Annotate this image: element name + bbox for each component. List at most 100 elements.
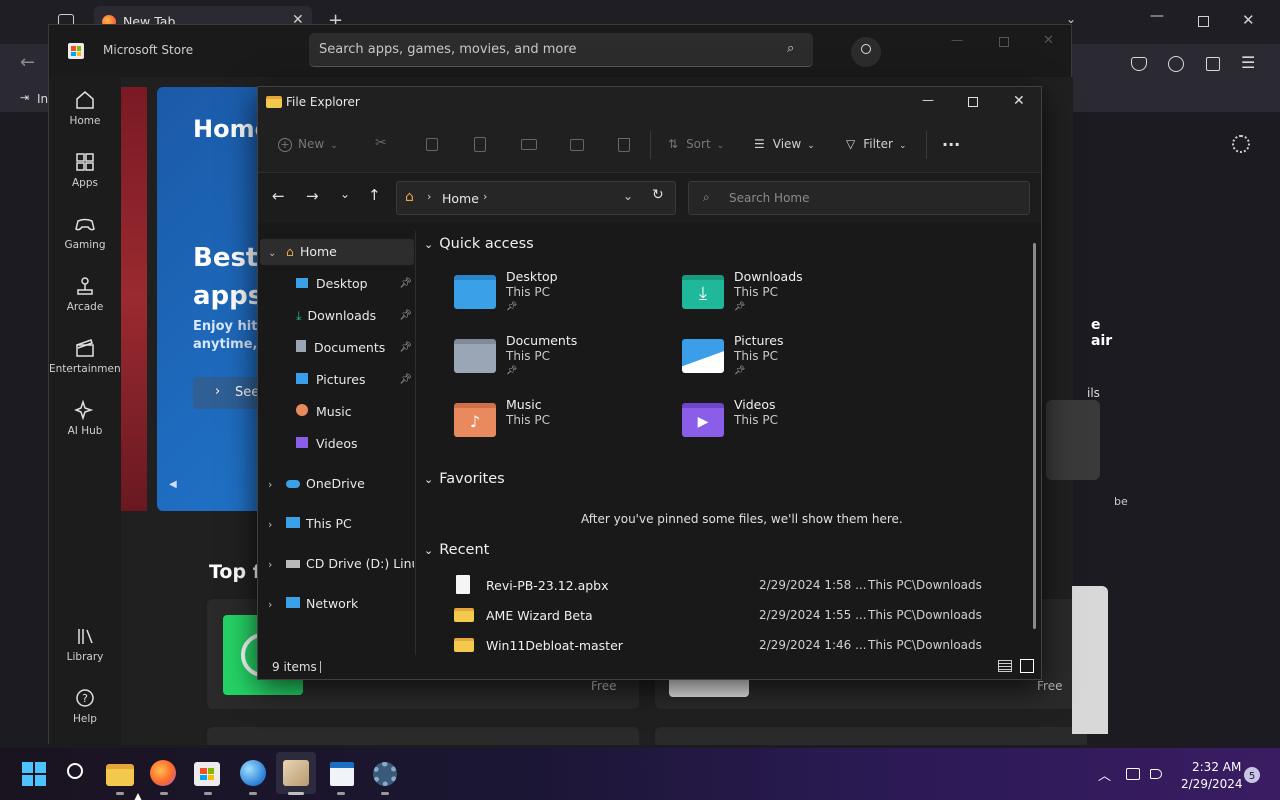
menu-icon[interactable]: ☰ [1241,53,1255,72]
qa-item-desktop[interactable]: Desktop This PC 📌︎ [454,269,674,327]
sort-button[interactable]: ⇅ Sort ⌄ [668,137,724,151]
search-input[interactable]: Search Home [729,191,809,205]
tree-item-desktop[interactable]: Desktop 📌︎ [296,271,414,297]
clock-time[interactable]: 2:32 AM [1192,760,1241,774]
store-search-input[interactable]: Search apps, games, movies, and more [319,42,576,57]
pin-icon[interactable]: 📌︎ [399,303,412,329]
tree-item-documents[interactable]: Documents 📌︎ [296,335,414,361]
store-maximize-icon[interactable] [999,37,1009,47]
hero-headline-2: apps [193,281,264,311]
recent-row[interactable]: AME Wizard Beta 2/29/2024 1:55 ... This … [454,603,1034,631]
paste-icon[interactable] [474,137,486,152]
copy-icon[interactable] [426,138,438,151]
chevron-right-icon: › [268,598,273,611]
up-arrow-icon[interactable]: ↑ [368,186,381,204]
view-button[interactable]: ☰ View ⌄ [754,137,815,151]
package-app-taskbar-icon[interactable] [283,760,311,788]
store-search-box[interactable]: Search apps, games, movies, and more ⌕ [309,33,813,67]
sparkle-icon [74,399,94,421]
tree-item-music[interactable]: Music [296,399,352,425]
qa-item-documents[interactable]: Documents This PC 📌︎ [454,333,674,391]
start-button[interactable] [20,760,48,788]
notification-badge[interactable]: 5 [1244,767,1260,783]
network-status-icon[interactable] [1126,768,1140,780]
nav-home[interactable]: Home [49,81,121,143]
explorer-close-icon[interactable]: ✕ [1013,93,1025,109]
qa-item-music[interactable]: ♪ Music This PC [454,397,674,455]
tree-item-this-pc[interactable]: › This PC [268,511,352,537]
settings-taskbar-icon[interactable] [371,760,399,788]
account-icon[interactable] [1168,56,1184,72]
store-minimize-icon[interactable]: — [951,33,963,47]
qa-item-pictures[interactable]: Pictures This PC 📌︎ [682,333,902,391]
clock-date[interactable]: 2/29/2024 [1181,777,1243,791]
volume-muted-icon[interactable] [1150,769,1162,779]
recent-locations-icon[interactable]: ⌄ [340,187,350,201]
recent-header[interactable]: ⌄ Recent [424,542,489,558]
pin-icon[interactable]: 📌︎ [399,335,412,361]
nav-ai-hub[interactable]: AI Hub [49,391,121,453]
tiles-view-icon[interactable] [1020,659,1034,673]
address-bar[interactable]: ⌂ › Home › ⌄ [396,181,676,215]
store-close-icon[interactable]: ✕ [1043,33,1054,48]
delete-icon[interactable] [618,138,630,152]
new-button[interactable]: + New ⌄ [278,137,338,152]
bookmark-import-icon[interactable]: ⇥ [20,91,29,104]
nav-help[interactable]: ? Help [49,679,121,741]
globe-app-taskbar-icon[interactable] [240,760,268,788]
back-icon[interactable]: ← [20,52,35,73]
browser-minimize-icon[interactable]: — [1150,8,1164,24]
nav-arcade[interactable]: Arcade [49,267,121,329]
firefox-taskbar-icon[interactable] [150,760,178,788]
store-account-icon[interactable] [851,37,881,67]
nav-gaming[interactable]: Gaming [49,205,121,267]
nav-library[interactable]: Library [49,617,121,679]
tree-item-onedrive[interactable]: › OneDrive [268,471,365,497]
browser-maximize-icon[interactable] [1198,16,1209,27]
recent-row[interactable]: Revi-PB-23.12.apbx 2/29/2024 1:58 ... Th… [454,573,1034,601]
settings-gear-icon[interactable] [1232,135,1250,153]
cut-icon[interactable]: ✂ [375,135,387,151]
favorites-header[interactable]: ⌄ Favorites [424,471,505,487]
search-icon[interactable]: ⌕ [787,41,794,56]
more-options-icon[interactable]: ... [942,131,960,150]
filter-button[interactable]: ▽ Filter ⌄ [846,137,907,151]
quick-access-header[interactable]: ⌄ Quick access [424,236,534,252]
browser-close-icon[interactable]: ✕ [1242,11,1255,29]
pin-icon[interactable]: 📌︎ [399,271,412,297]
details-view-icon[interactable] [998,660,1012,672]
explorer-maximize-icon[interactable] [968,97,978,107]
bookmark-item[interactable]: In [37,92,48,106]
apps-icon [76,153,94,171]
extensions-icon[interactable] [1206,57,1220,71]
show-hidden-icons-chevron-icon[interactable]: ︿ [1098,765,1111,784]
store-taskbar-icon[interactable] [194,760,222,788]
rename-icon[interactable] [521,139,537,150]
address-dropdown-icon[interactable]: ⌄ [623,189,633,203]
notification-count: 5 [1248,771,1256,782]
tree-item-cd-drive[interactable]: › CD Drive (D:) Linux I [268,551,414,577]
new-label: New [298,137,325,151]
nav-entertainment[interactable]: Entertainment [49,329,125,391]
qa-item-videos[interactable]: ▶ Videos This PC [682,397,902,455]
file-explorer-taskbar-icon[interactable] [106,760,136,788]
forward-arrow-icon[interactable]: → [306,187,319,205]
tree-item-network[interactable]: › Network [268,591,358,617]
search-taskbar-icon[interactable] [64,760,92,788]
share-icon[interactable] [570,139,584,151]
tree-item-videos[interactable]: Videos [296,431,358,457]
tree-item-pictures[interactable]: Pictures 📌︎ [296,367,414,393]
address-crumb[interactable]: Home [442,191,479,206]
pin-icon[interactable]: 📌︎ [399,367,412,393]
notepad-taskbar-icon[interactable] [328,760,356,788]
explorer-minimize-icon[interactable]: — [922,93,934,107]
search-box[interactable]: ⌕ Search Home [688,181,1030,215]
qa-item-downloads[interactable]: ⤓ Downloads This PC 📌︎ [682,269,902,327]
nav-apps[interactable]: Apps [49,143,121,205]
tree-item-downloads[interactable]: ⤓ Downloads 📌︎ [296,303,414,329]
back-arrow-icon[interactable]: ← [272,187,285,205]
vertical-scrollbar[interactable] [1033,243,1036,629]
carousel-left-icon[interactable]: ◀ [169,479,177,490]
refresh-icon[interactable]: ↻ [652,187,664,203]
tree-item-home[interactable]: ⌄ ⌂ Home [268,239,337,265]
